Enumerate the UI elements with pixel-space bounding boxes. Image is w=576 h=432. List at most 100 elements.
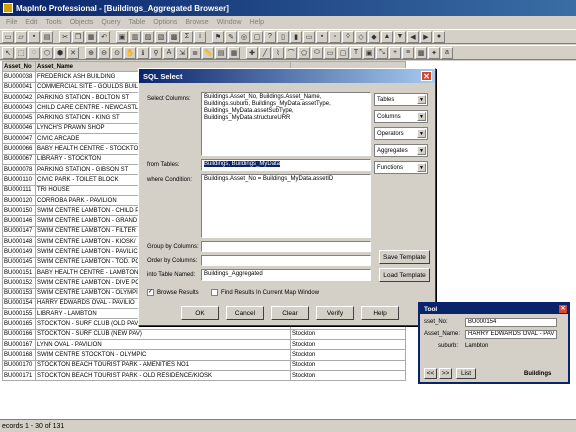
zoom-out-icon[interactable]: ⊖ bbox=[98, 46, 110, 59]
polygon-select-icon[interactable]: ⬡ bbox=[41, 46, 53, 59]
label-icon[interactable]: A bbox=[163, 46, 175, 59]
table-cell[interactable]: BU000047 bbox=[2, 133, 36, 145]
table-cell[interactable]: BU000120 bbox=[2, 194, 36, 207]
menu-table[interactable]: Table bbox=[128, 19, 145, 26]
table-cell[interactable]: BU000066 bbox=[2, 143, 36, 155]
menu-tools[interactable]: Tools bbox=[45, 19, 61, 26]
close-icon[interactable]: ✕ bbox=[421, 71, 432, 81]
info-icon[interactable]: ℹ bbox=[137, 46, 149, 59]
close-icon[interactable]: ✕ bbox=[559, 305, 567, 313]
rectangle-icon[interactable]: ▭ bbox=[324, 46, 336, 59]
menu-edit[interactable]: Edit bbox=[25, 19, 37, 26]
select-columns-input[interactable]: Buildings.Asset_No, Buildings.Asset_Name… bbox=[201, 92, 371, 156]
tool13-icon[interactable]: ▶ bbox=[420, 30, 432, 43]
tool4-icon[interactable]: ▭ bbox=[303, 30, 315, 43]
marquee-icon[interactable]: ⬚ bbox=[15, 46, 27, 59]
table-cell[interactable]: BU000046 bbox=[2, 122, 36, 135]
map-window-icon[interactable]: ▣ bbox=[116, 30, 128, 43]
table-cell[interactable]: BU000149 bbox=[2, 246, 36, 258]
table-cell[interactable]: BU000148 bbox=[2, 236, 36, 248]
menu-options[interactable]: Options bbox=[153, 19, 177, 26]
table-cell[interactable]: BU000155 bbox=[2, 308, 36, 320]
into-table-input[interactable]: Buildings_Aggregated bbox=[201, 269, 371, 281]
clear-button[interactable]: Clear bbox=[271, 306, 309, 320]
add-node-icon[interactable]: + bbox=[389, 46, 401, 59]
menu-browse[interactable]: Browse bbox=[185, 19, 208, 26]
grabber-icon[interactable]: ✋ bbox=[124, 46, 136, 59]
graph-icon[interactable]: ▨ bbox=[142, 30, 154, 43]
region-style-icon[interactable]: ▩ bbox=[415, 46, 427, 59]
tables-dropdown[interactable]: Tables ▼ bbox=[374, 93, 428, 106]
line-style-icon[interactable]: ≡ bbox=[402, 46, 414, 59]
tool2-icon[interactable]: ▯ bbox=[277, 30, 289, 43]
table-cell[interactable]: Stockton bbox=[290, 369, 406, 382]
table-cell[interactable]: BU000153 bbox=[2, 287, 36, 299]
table-cell[interactable]: BU000041 bbox=[2, 81, 36, 93]
table-cell[interactable]: BU000165 bbox=[2, 318, 36, 330]
table-cell[interactable]: Stockton bbox=[290, 349, 406, 361]
table-cell[interactable]: BU000045 bbox=[2, 112, 36, 124]
undo-icon[interactable]: ↶ bbox=[98, 30, 110, 43]
table-cell[interactable]: BU000171 bbox=[2, 369, 36, 382]
tool12-icon[interactable]: ◀ bbox=[407, 30, 419, 43]
load-template-button[interactable]: Load Template bbox=[379, 268, 430, 282]
table-cell[interactable]: BU000154 bbox=[2, 297, 36, 310]
arc-icon[interactable]: ⌒ bbox=[285, 46, 297, 59]
table-cell[interactable]: Stockton bbox=[290, 339, 406, 351]
table-cell[interactable]: BU000110 bbox=[2, 174, 36, 186]
operators-dropdown[interactable]: Operators ▼ bbox=[374, 127, 428, 140]
table-cell[interactable]: Stockton bbox=[290, 359, 406, 371]
table-cell[interactable]: STOCKTON BEACH TOURIST PARK - OLD RESIDE… bbox=[35, 369, 291, 382]
table-cell[interactable]: BU000042 bbox=[2, 91, 36, 104]
table-cell[interactable]: BU000166 bbox=[2, 328, 36, 341]
table-cell[interactable]: BU000146 bbox=[2, 215, 36, 227]
table-row[interactable]: BU000168 SWIM CENTRE STOCKTON - OLYMPIC St… bbox=[2, 349, 406, 361]
tool-icon[interactable]: ✎ bbox=[225, 30, 237, 43]
tool7-icon[interactable]: ◊ bbox=[342, 30, 354, 43]
table-cell[interactable]: BU000170 bbox=[2, 359, 36, 371]
tool10-icon[interactable]: ▲ bbox=[381, 30, 393, 43]
run-icon[interactable]: ⚑ bbox=[212, 30, 224, 43]
copy-icon[interactable]: ❐ bbox=[72, 30, 84, 43]
aggregates-dropdown[interactable]: Aggregates ▼ bbox=[374, 144, 428, 157]
save-icon[interactable]: ▪ bbox=[28, 30, 40, 43]
db-icon[interactable]: ▢ bbox=[251, 30, 263, 43]
tool6-icon[interactable]: ▫ bbox=[329, 30, 341, 43]
globe-icon[interactable]: ◎ bbox=[238, 30, 250, 43]
table-cell[interactable]: BU000111 bbox=[2, 184, 36, 196]
symbol-style-icon[interactable]: ✦ bbox=[428, 46, 440, 59]
tool5-icon[interactable]: ▪ bbox=[316, 30, 328, 43]
legend2-icon[interactable]: ▤ bbox=[215, 46, 227, 59]
polygon-icon[interactable]: ⬠ bbox=[298, 46, 310, 59]
menu-file[interactable]: File bbox=[6, 19, 17, 26]
help-button[interactable]: Help bbox=[361, 306, 399, 320]
line-icon[interactable]: ╱ bbox=[259, 46, 271, 59]
new-icon[interactable]: ▭ bbox=[2, 30, 14, 43]
hotlink-icon[interactable]: ⚲ bbox=[150, 46, 162, 59]
tool14-icon[interactable]: ● bbox=[433, 30, 445, 43]
reshape-icon[interactable]: ⤡ bbox=[376, 46, 388, 59]
table-cell[interactable]: BU000078 bbox=[2, 163, 36, 176]
tool11-icon[interactable]: ▼ bbox=[394, 30, 406, 43]
menu-objects[interactable]: Objects bbox=[70, 19, 94, 26]
open-icon[interactable]: ▱ bbox=[15, 30, 27, 43]
table-cell[interactable]: BU000043 bbox=[2, 102, 36, 114]
next-button[interactable]: >> bbox=[439, 368, 452, 379]
previous-button[interactable]: << bbox=[424, 368, 437, 379]
paste-icon[interactable]: ▦ bbox=[85, 30, 97, 43]
boundary-icon[interactable]: ⬢ bbox=[54, 46, 66, 59]
column-header-asset-no[interactable]: Asset_No bbox=[2, 60, 36, 73]
save-template-button[interactable]: Save Template bbox=[379, 250, 430, 264]
menu-help[interactable]: Help bbox=[250, 19, 264, 26]
menu-query[interactable]: Query bbox=[101, 19, 120, 26]
change-view-icon[interactable]: ⊙ bbox=[111, 46, 123, 59]
rounded-rect-icon[interactable]: ▢ bbox=[337, 46, 349, 59]
ruler-icon[interactable]: 📏 bbox=[202, 46, 214, 59]
symbol-icon[interactable]: ✚ bbox=[246, 46, 258, 59]
cut-icon[interactable]: ✂ bbox=[59, 30, 71, 43]
statistics-icon[interactable]: Σ bbox=[181, 30, 193, 43]
radius-icon[interactable]: ◌ bbox=[28, 46, 40, 59]
layout-icon[interactable]: ▧ bbox=[155, 30, 167, 43]
table-cell[interactable]: BU000067 bbox=[2, 153, 36, 165]
legend-icon[interactable]: ▩ bbox=[168, 30, 180, 43]
